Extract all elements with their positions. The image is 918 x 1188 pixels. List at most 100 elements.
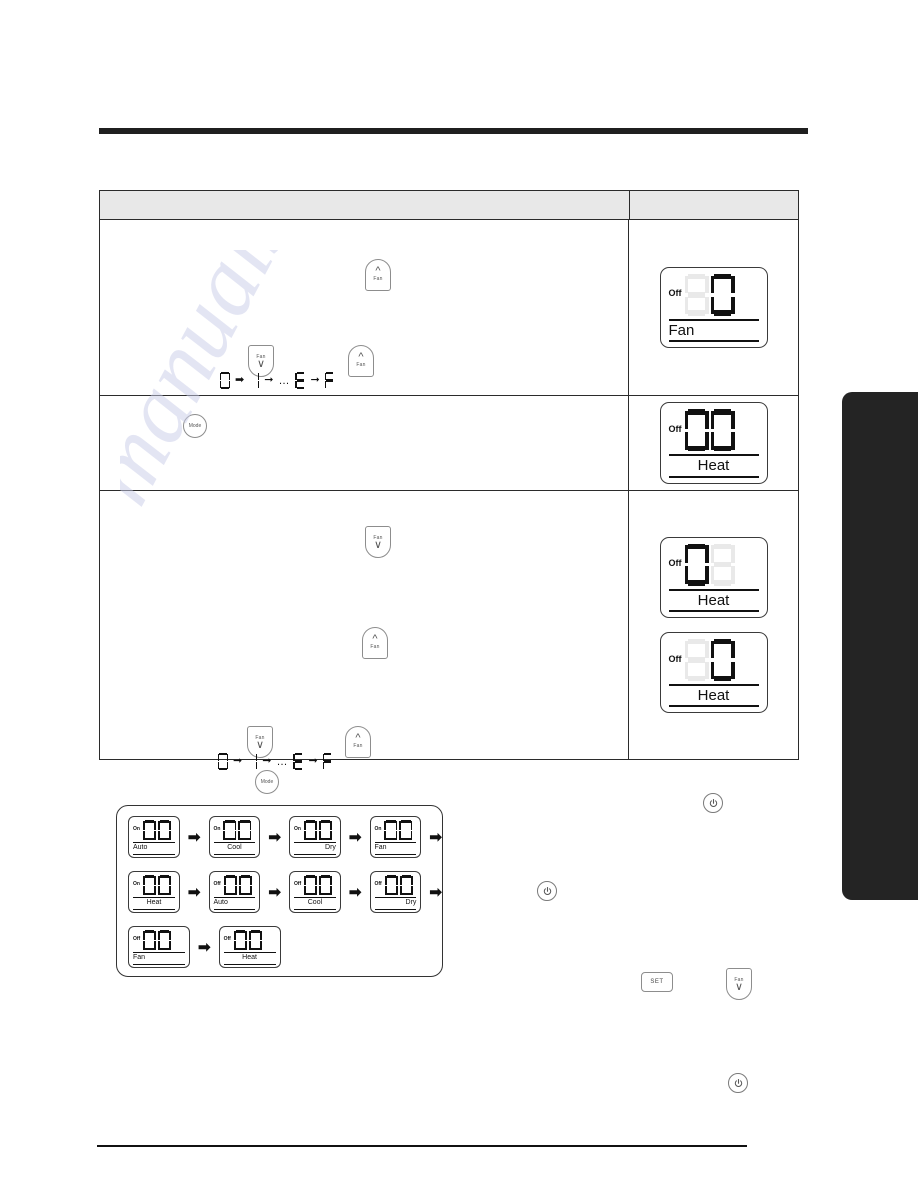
display-indicator: On — [294, 826, 301, 833]
chevron-up-icon: ^ — [355, 732, 361, 744]
display-underline — [668, 475, 759, 478]
display-underline — [133, 853, 175, 855]
seg-digit-F — [322, 753, 333, 770]
seg-digit-0 — [318, 820, 332, 841]
display-underline — [294, 853, 336, 855]
display-top: Off — [224, 930, 276, 951]
display-indicator: On — [133, 881, 140, 888]
mode-cycle-row: Off Fan ➡ Off Heat — [117, 923, 442, 971]
cycle-display-on-fan: On Fan — [369, 816, 422, 858]
mode-cycle-row: On Auto ➡ On Cool ➡ On Dry ➡ On Fan ➡ — [117, 813, 442, 861]
chevron-down-icon: ∨ — [734, 981, 744, 993]
seg-digit-0 — [220, 372, 230, 389]
chevron-down-icon: ∨ — [255, 739, 265, 751]
display-top: Off — [668, 543, 759, 586]
display-indicator: Off — [668, 423, 682, 434]
cycle-arrow: ➡ — [198, 938, 211, 956]
cycle-display-on-cool: On Cool — [208, 816, 261, 858]
mode-button[interactable]: Mode — [183, 414, 207, 438]
display-digits — [384, 875, 413, 896]
table-header-cell-right — [630, 191, 798, 219]
seg-digit-0 — [684, 409, 709, 452]
seg-digit-0 — [684, 543, 709, 586]
cycle-display-on-heat: On Heat — [128, 871, 180, 913]
power-button-middle[interactable] — [537, 881, 557, 901]
display-top: On — [294, 820, 336, 841]
display-mode-label: Heat — [697, 457, 730, 475]
seg-digit-0 — [710, 273, 735, 316]
chevron-up-icon: ^ — [358, 351, 364, 363]
cycle-display-off-cool: Off Cool — [289, 871, 341, 913]
display-mode-label: Fan — [374, 844, 387, 852]
sequence-arrow: ➞ — [233, 755, 243, 767]
mode-button-cycle[interactable]: Mode — [255, 770, 279, 794]
display-digits — [684, 639, 735, 681]
seg-digit-0 — [303, 820, 317, 841]
cycle-display-off-dry: Off Dry — [369, 871, 422, 913]
sequence-arrow: ➞ — [262, 755, 272, 767]
set-button[interactable]: SET — [641, 972, 673, 992]
seg-digit-0 — [157, 875, 171, 896]
cycle-arrow: ➡ — [187, 883, 201, 901]
fan-up-button-2[interactable]: ^ Fan — [348, 345, 374, 377]
fan-down-button-right[interactable]: Fan ∨ — [726, 968, 752, 1000]
table-cell-instructions: Mode — [100, 396, 629, 490]
display-underline — [668, 610, 759, 612]
display-mode-label: Auto — [133, 844, 148, 852]
page-side-tab — [842, 392, 918, 900]
seg-digit-0 — [319, 875, 333, 896]
cycle-arrow: ➡ — [348, 828, 362, 846]
cycle-arrow: ➡ — [429, 828, 442, 846]
fan-down-button-2[interactable]: Fan ∨ — [365, 526, 391, 558]
display-indicator: Off — [668, 558, 682, 569]
cycle-display-off-fan: Off Fan — [128, 926, 190, 968]
display-mode-label: Heat — [697, 687, 730, 704]
procedure-table: ^ Fan Fan ∨ ^ Fan ➡ ➞ … ➞ Off Fan Mode O… — [99, 190, 799, 770]
table-cell-display: Off Fan — [629, 220, 798, 395]
seg-digit-dim — [684, 273, 709, 316]
chevron-down-icon: ∨ — [373, 539, 383, 551]
chevron-up-icon: ^ — [375, 265, 381, 277]
power-button-top[interactable] — [703, 793, 723, 813]
cycle-display-on-auto: On Auto — [128, 816, 180, 858]
mode-cycle-diagram: On Auto ➡ On Cool ➡ On Dry ➡ On Fan ➡ On… — [116, 805, 443, 977]
seg-digit-0 — [304, 875, 318, 896]
fan-up-button-3[interactable]: ^ Fan — [362, 627, 388, 659]
seg-digit-0 — [142, 875, 156, 896]
display-mode-label: Heat — [242, 954, 257, 962]
display-digits — [684, 409, 735, 452]
display-underline — [223, 963, 276, 965]
chevron-down-icon: ∨ — [256, 358, 266, 370]
mode-cycle-row: On Heat ➡ Off Auto ➡ Off Cool ➡ Off Dry … — [117, 868, 442, 916]
display-indicator: On — [133, 826, 140, 833]
display-underline — [668, 340, 759, 343]
seg-digit-0 — [710, 639, 735, 681]
display-indicator: On — [213, 826, 221, 833]
display-digits — [143, 930, 172, 951]
mode-button-cycle-label: Mode — [260, 779, 274, 785]
sequence-arrow: ➞ — [310, 374, 320, 386]
power-icon — [734, 1078, 742, 1087]
power-button-bottom[interactable] — [728, 1073, 748, 1093]
display-digits — [684, 543, 735, 586]
display-underline — [374, 853, 417, 855]
table-row: ^ Fan Fan ∨ ^ Fan ➡ ➞ … ➞ Off Fan — [100, 220, 798, 396]
table-cell-display: Off Heat — [629, 396, 798, 490]
seg-digit-F — [324, 372, 335, 389]
display-mode-label: Auto — [213, 899, 228, 907]
seg-digit-1 — [249, 372, 260, 389]
cycle-arrow: ➡ — [268, 828, 281, 846]
sequence-arrow: ➞ — [264, 374, 274, 386]
display-top: Off — [669, 639, 759, 681]
seg-digit-0 — [157, 820, 171, 841]
fan-up-button-4[interactable]: ^ Fan — [345, 726, 371, 758]
fan-up-button-3-label: Fan — [370, 644, 380, 650]
seg-digit-0 — [142, 820, 156, 841]
display-digits — [303, 820, 332, 841]
sequence-ellipsis: … — [276, 755, 289, 768]
heat-setting-sequence: ➞ ➞ … ➞ — [218, 753, 333, 770]
cycle-display-off-auto: Off Auto — [208, 871, 261, 913]
chevron-up-icon: ^ — [372, 633, 378, 645]
fan-up-button[interactable]: ^ Fan — [365, 259, 391, 291]
display-underline — [133, 908, 175, 910]
